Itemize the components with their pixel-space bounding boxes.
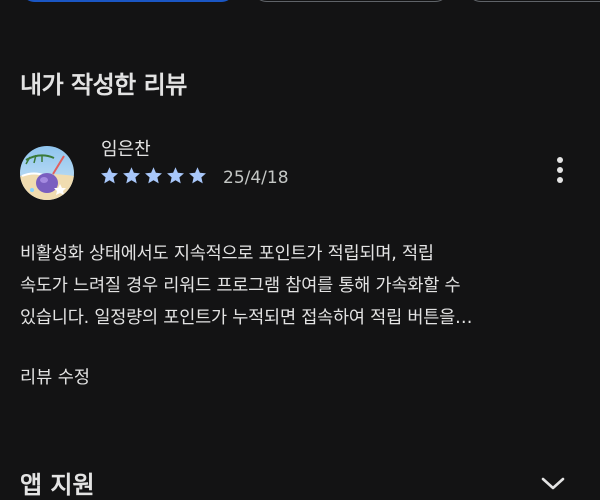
- review-date: 25/4/18: [223, 168, 289, 188]
- more-options-button[interactable]: [546, 152, 574, 188]
- more-vert-icon: [557, 157, 563, 183]
- avatar: [20, 146, 74, 200]
- avatar-image: [20, 146, 74, 200]
- secondary-action-button[interactable]: [252, 0, 450, 2]
- app-support-title[interactable]: 앱 지원: [20, 465, 95, 500]
- star-icon: [189, 167, 206, 184]
- primary-action-button[interactable]: [20, 0, 236, 2]
- star-icon: [145, 167, 162, 184]
- my-review-title: 내가 작성한 리뷰: [20, 71, 187, 99]
- reviewer-name: 임은찬: [101, 139, 151, 160]
- review-text-line: 속도가 느려질 경우 리워드 프로그램 참여를 통해 가속화할 수: [20, 276, 461, 296]
- star-icon: [101, 167, 118, 184]
- star-rating: [100, 166, 207, 188]
- review-text-line: 있습니다. 일정량의 포인트가 누적되면 접속하여 적립 버튼을…: [20, 308, 473, 328]
- star-icon: [123, 167, 140, 184]
- star-icon: [167, 167, 184, 184]
- tertiary-action-button[interactable]: [466, 0, 600, 2]
- chevron-down-icon[interactable]: [540, 474, 566, 492]
- review-text: 비활성화 상태에서도 지속적으로 포인트가 적립되며, 적립 속도가 느려질 경…: [20, 238, 584, 334]
- review-text-line: 비활성화 상태에서도 지속적으로 포인트가 적립되며, 적립: [20, 244, 434, 264]
- edit-review-button[interactable]: 리뷰 수정: [20, 364, 90, 389]
- top-action-buttons: [0, 0, 600, 4]
- review-card: 임은찬 25/4/18 비활성화 상태에서도 지속적으로 포인트가 적립되며, …: [0, 126, 600, 406]
